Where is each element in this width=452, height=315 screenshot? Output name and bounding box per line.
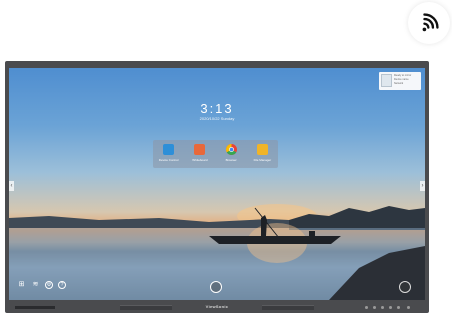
help-icon[interactable]: ? [58, 281, 66, 289]
app-panel: Device Control Whiteboard Browser File M… [153, 140, 278, 168]
app-whiteboard[interactable]: Whiteboard [186, 144, 214, 162]
device-control-icon [163, 144, 175, 155]
app-device-control[interactable]: Device Control [155, 144, 183, 162]
widget-lines: Ready to mirror Device name Network [394, 74, 419, 88]
widget-line: Network [394, 82, 404, 85]
right-sidebar-handle[interactable]: › [420, 181, 425, 191]
page: 3:13 2020/10/22 Sunday Device Control Wh… [0, 0, 452, 315]
whiteboard-icon [194, 144, 206, 155]
front-button[interactable] [397, 306, 400, 309]
front-button[interactable] [365, 306, 368, 309]
apps-button[interactable] [399, 281, 411, 293]
home-button[interactable] [210, 281, 222, 293]
settings-icon[interactable]: ⚙ [45, 281, 53, 289]
network-icon[interactable]: ⊞ [17, 281, 26, 289]
interactive-display: 3:13 2020/10/22 Sunday Device Control Wh… [5, 61, 429, 313]
clock: 3:13 [200, 101, 234, 116]
folder-icon [256, 144, 268, 155]
front-button[interactable] [381, 306, 384, 309]
bottom-bezel: ViewSonic [5, 302, 429, 313]
wifi-icon[interactable]: ≋ [31, 281, 40, 289]
front-button[interactable] [389, 306, 392, 309]
wifi-icon [422, 13, 439, 32]
home-screen: 3:13 2020/10/22 Sunday Device Control Wh… [9, 68, 425, 300]
screen-share-widget[interactable]: Ready to mirror Device name Network [379, 72, 421, 90]
app-browser[interactable]: Browser [217, 144, 245, 162]
status-tray: ⊞ ≋ ⚙ ? [17, 281, 66, 289]
wifi-badge [408, 2, 450, 44]
app-label: Browser [225, 158, 237, 162]
widget-line: Ready to mirror [394, 74, 412, 77]
app-label: Device Control [158, 158, 179, 162]
browser-icon [225, 144, 237, 155]
date: 2020/10/22 Sunday [199, 116, 235, 121]
front-button[interactable] [373, 306, 376, 309]
left-sidebar-handle[interactable]: ‹ [9, 181, 14, 191]
qr-code-icon [381, 74, 392, 87]
app-file-manager[interactable]: File Manager [248, 144, 276, 162]
power-button[interactable] [407, 306, 410, 309]
app-label: File Manager [253, 158, 272, 162]
app-label: Whiteboard [192, 158, 208, 162]
widget-line: Device name [394, 78, 409, 81]
speaker-right [262, 305, 314, 310]
